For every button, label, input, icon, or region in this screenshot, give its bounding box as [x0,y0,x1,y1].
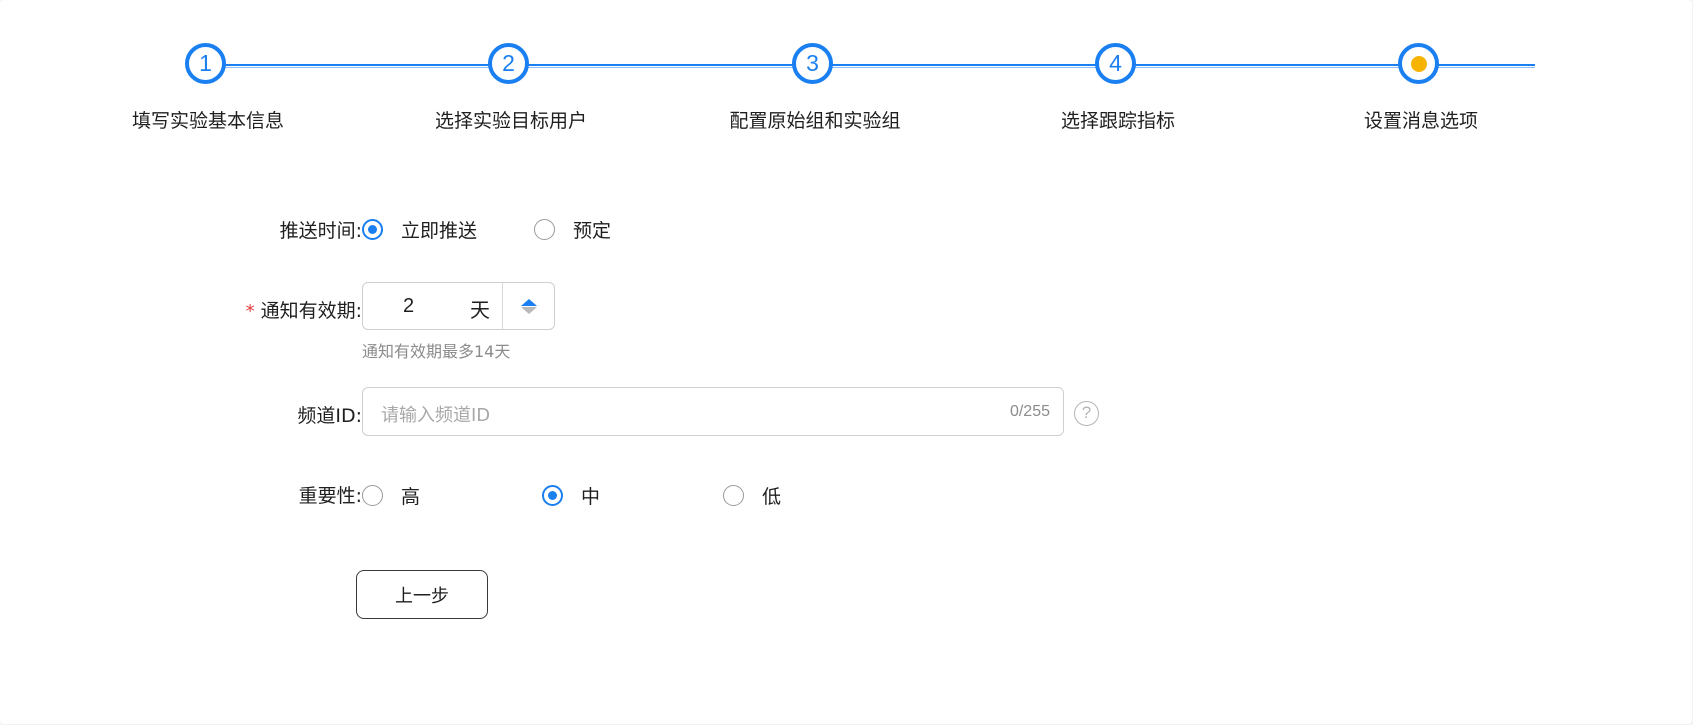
stepper-arrows[interactable] [521,299,537,315]
push-time-label: 推送时间: [279,220,362,242]
radio-importance-low[interactable]: 低 [723,482,781,509]
step-4-circle: 4 [1095,43,1136,84]
step-3-label: 配置原始组和实验组 [729,110,901,132]
help-question-icon[interactable]: ? [1074,401,1099,426]
radio-push-immediate[interactable]: 立即推送 [362,216,477,243]
previous-step-button[interactable]: 上一步 [356,570,488,619]
radio-push-immediate-label: 立即推送 [401,220,478,242]
radio-push-scheduled-circle[interactable] [534,219,555,240]
stepper-divider [502,283,503,329]
validity-label: 通知有效期: [260,300,362,322]
stepper: 1 填写实验基本信息 2 选择实验目标用户 3 配置原始组和实验组 4 选择跟踪… [0,0,1692,150]
step-2-circle: 2 [488,43,529,84]
channel-id-placeholder: 请输入频道ID [381,405,491,426]
step-2-label: 选择实验目标用户 [434,110,587,132]
channel-id-label: 频道ID: [297,405,362,427]
validity-label-row: * 通知有效期: [246,296,362,323]
radio-importance-low-label: 低 [762,486,782,508]
step-3-circle: 3 [792,43,833,84]
radio-push-immediate-circle[interactable] [362,219,383,240]
step-1-circle: 1 [185,43,226,84]
required-star: * [245,301,255,322]
step-5-label: 设置消息选项 [1363,110,1478,132]
step-1-label: 填写实验基本信息 [131,110,284,132]
radio-importance-medium[interactable]: 中 [542,482,600,509]
radio-importance-high-circle[interactable] [362,485,383,506]
radio-importance-low-circle[interactable] [723,485,744,506]
validity-days-unit: 天 [470,298,490,322]
validity-days-stepper[interactable]: 2 天 [362,282,555,330]
radio-push-scheduled-label: 预定 [573,220,612,242]
increment-arrow-icon[interactable] [521,299,537,306]
current-step-dot-icon [1410,55,1427,72]
step-4[interactable]: 4 选择跟踪指标 [988,0,1248,150]
step-4-label: 选择跟踪指标 [1060,110,1175,132]
step-3[interactable]: 3 配置原始组和实验组 [685,0,945,150]
validity-hint: 通知有效期最多14天 [362,342,511,361]
step-5-circle [1398,43,1439,84]
radio-importance-high-label: 高 [401,486,421,508]
decrement-arrow-icon[interactable] [521,307,537,314]
radio-importance-high[interactable]: 高 [362,482,420,509]
validity-days-value[interactable]: 2 [403,295,414,318]
radio-push-scheduled[interactable]: 预定 [534,216,611,243]
radio-importance-medium-label: 中 [581,486,601,508]
step-1[interactable]: 1 填写实验基本信息 [78,0,338,150]
radio-importance-medium-circle[interactable] [542,485,563,506]
step-2[interactable]: 2 选择实验目标用户 [381,0,641,150]
step-5[interactable]: 设置消息选项 [1291,0,1551,150]
channel-id-char-count: 0/255 [1009,403,1050,420]
importance-label: 重要性: [298,485,362,507]
form-card: 1 填写实验基本信息 2 选择实验目标用户 3 配置原始组和实验组 4 选择跟踪… [0,0,1692,724]
channel-id-input[interactable]: 请输入频道ID 0/255 [362,387,1064,436]
